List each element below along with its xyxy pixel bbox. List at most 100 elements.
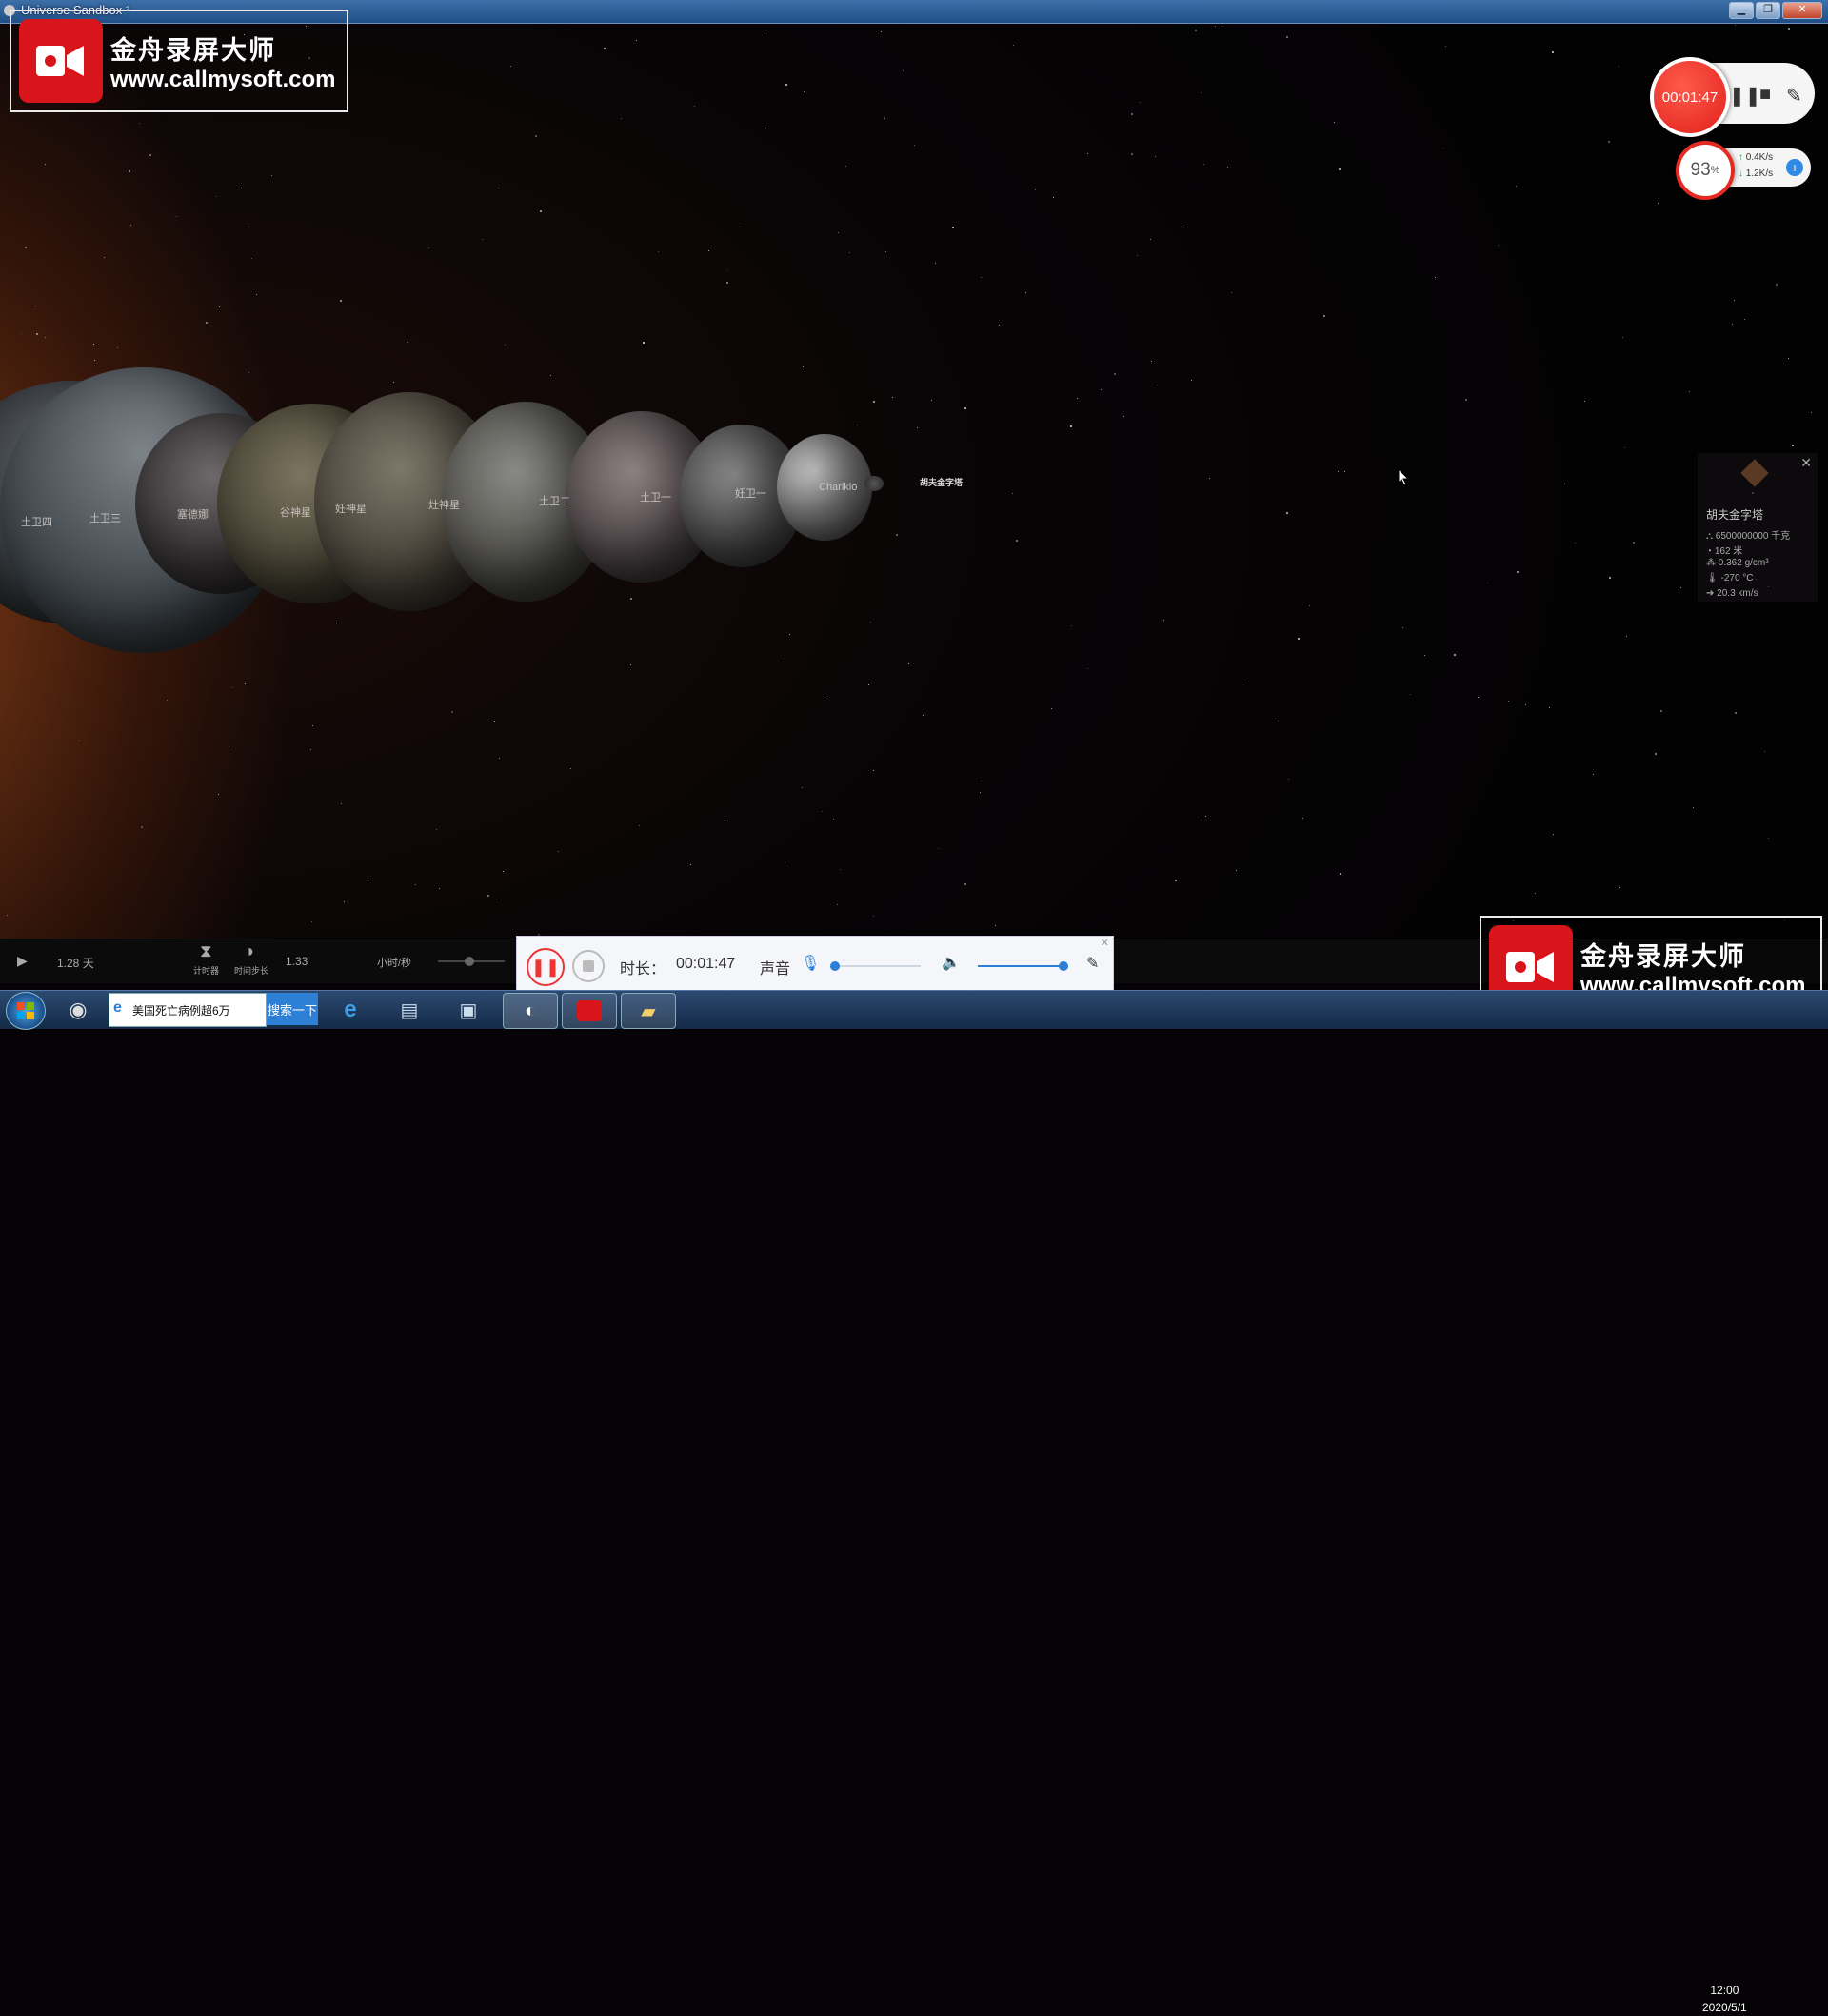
start-button[interactable] [6, 992, 46, 1030]
timestep-icon[interactable]: ◑ [244, 941, 254, 961]
label-mimas: 土卫一 [640, 492, 671, 504]
object-icon [1740, 459, 1769, 487]
star [1517, 570, 1520, 573]
pause-recording-button[interactable]: ❚❚ [527, 948, 565, 986]
star [45, 336, 47, 338]
star [1435, 277, 1437, 279]
star [908, 663, 910, 665]
pen-tool-icon[interactable]: ✎ [1086, 954, 1099, 973]
star [1011, 492, 1013, 494]
rate-slider-knob[interactable] [465, 957, 474, 966]
label-chariklo: Chariklo [819, 482, 858, 493]
star [1208, 477, 1210, 479]
microphone-icon[interactable]: 🎙 [801, 954, 820, 973]
mic-slider-knob[interactable] [830, 961, 840, 971]
star [149, 153, 151, 156]
star [1632, 541, 1635, 544]
star [44, 163, 46, 165]
star [1692, 807, 1694, 809]
star [1297, 637, 1300, 640]
ie-icon[interactable]: e [331, 993, 369, 1027]
star [166, 700, 168, 702]
stop-recording-button[interactable] [572, 950, 605, 982]
star [1230, 292, 1232, 294]
star [450, 710, 453, 713]
space-viewport[interactable]: 土卫四 土卫三 塞德娜 谷神星 妊神星 灶神星 土卫二 土卫一 妊卫一 Char… [0, 23, 1828, 939]
star [340, 300, 343, 303]
toolbar-close-icon[interactable]: ✕ [1101, 937, 1109, 949]
star [1069, 425, 1072, 427]
play-icon[interactable]: ▶ [17, 953, 28, 969]
star [952, 227, 955, 229]
star [995, 925, 997, 927]
star [1477, 697, 1479, 699]
timer-label: 计时器 [193, 966, 220, 976]
small-bodies[interactable] [864, 476, 884, 491]
taskbar-folder-app-icon[interactable]: ▣ [449, 993, 487, 1027]
taskbar-search-input[interactable]: e 美国死亡病例超6万 [109, 993, 267, 1027]
rate-value: 1.33 [286, 955, 308, 968]
star [1286, 511, 1289, 514]
star [1070, 625, 1072, 627]
star [1733, 299, 1735, 301]
star [1301, 818, 1303, 820]
volume-slider[interactable] [978, 965, 1063, 967]
universe-sandbox-icon[interactable]: ◐ [503, 993, 558, 1029]
stop-icon[interactable]: ■ [1759, 84, 1771, 106]
pause-icon[interactable]: ❚❚ [1729, 84, 1761, 108]
star [1226, 167, 1228, 168]
star [884, 251, 886, 253]
star [1323, 314, 1326, 317]
star [129, 169, 131, 172]
star [503, 871, 505, 873]
star [1340, 872, 1342, 875]
star [1744, 319, 1746, 321]
star [1445, 45, 1447, 47]
taskbar-app-icon[interactable]: ▤ [390, 993, 428, 1027]
star [1087, 153, 1089, 155]
search-button[interactable]: 搜索一下 [267, 993, 318, 1025]
star [872, 401, 875, 404]
mic-slider[interactable] [835, 965, 921, 967]
pen-icon[interactable]: ✎ [1786, 84, 1802, 108]
watermark-brand: 金舟录屏大师 [1580, 941, 1746, 971]
rate-slider[interactable] [438, 957, 505, 966]
star [922, 714, 924, 716]
duration-label: 时长： [620, 961, 666, 978]
star [1655, 753, 1658, 756]
star [1680, 587, 1682, 589]
density-value: ⁂ 0.362 g/cm³ [1706, 558, 1769, 568]
star [1498, 245, 1499, 247]
system-clock[interactable]: 12:00 2020/5/1 [1702, 1982, 1747, 2016]
star [1688, 390, 1690, 392]
recorder-taskbar-icon[interactable] [562, 993, 617, 1029]
timestep-label: 时间步长 [234, 966, 269, 976]
star [1608, 140, 1611, 143]
star [838, 232, 840, 234]
star [250, 258, 252, 260]
star [255, 293, 257, 295]
star [1791, 444, 1794, 446]
add-icon[interactable]: + [1786, 159, 1803, 176]
star [493, 721, 495, 723]
minimize-button[interactable]: ▁ [1729, 2, 1754, 19]
star [1205, 816, 1207, 818]
speaker-icon[interactable]: 🔈 [942, 953, 961, 972]
star [635, 39, 637, 41]
recording-timer[interactable]: 00:01:47 [1650, 57, 1730, 137]
pinned-app-icon[interactable]: ◉ [59, 993, 97, 1027]
star [884, 117, 885, 119]
star [935, 262, 937, 264]
restore-button[interactable]: ❐ [1756, 2, 1780, 19]
close-icon[interactable]: ✕ [1800, 455, 1812, 471]
search-text: 美国死亡病例超6万 [132, 1004, 230, 1018]
label-ceres: 谷神星 [280, 507, 311, 519]
volume-slider-knob[interactable] [1059, 961, 1068, 971]
close-button[interactable]: ✕ [1782, 2, 1822, 19]
file-explorer-icon[interactable]: ▰ [621, 993, 676, 1029]
star [604, 48, 606, 50]
hourglass-icon[interactable]: ⧗ [200, 941, 212, 961]
star [902, 69, 904, 71]
label-vesta: 灶神星 [428, 500, 460, 511]
star [245, 682, 247, 684]
